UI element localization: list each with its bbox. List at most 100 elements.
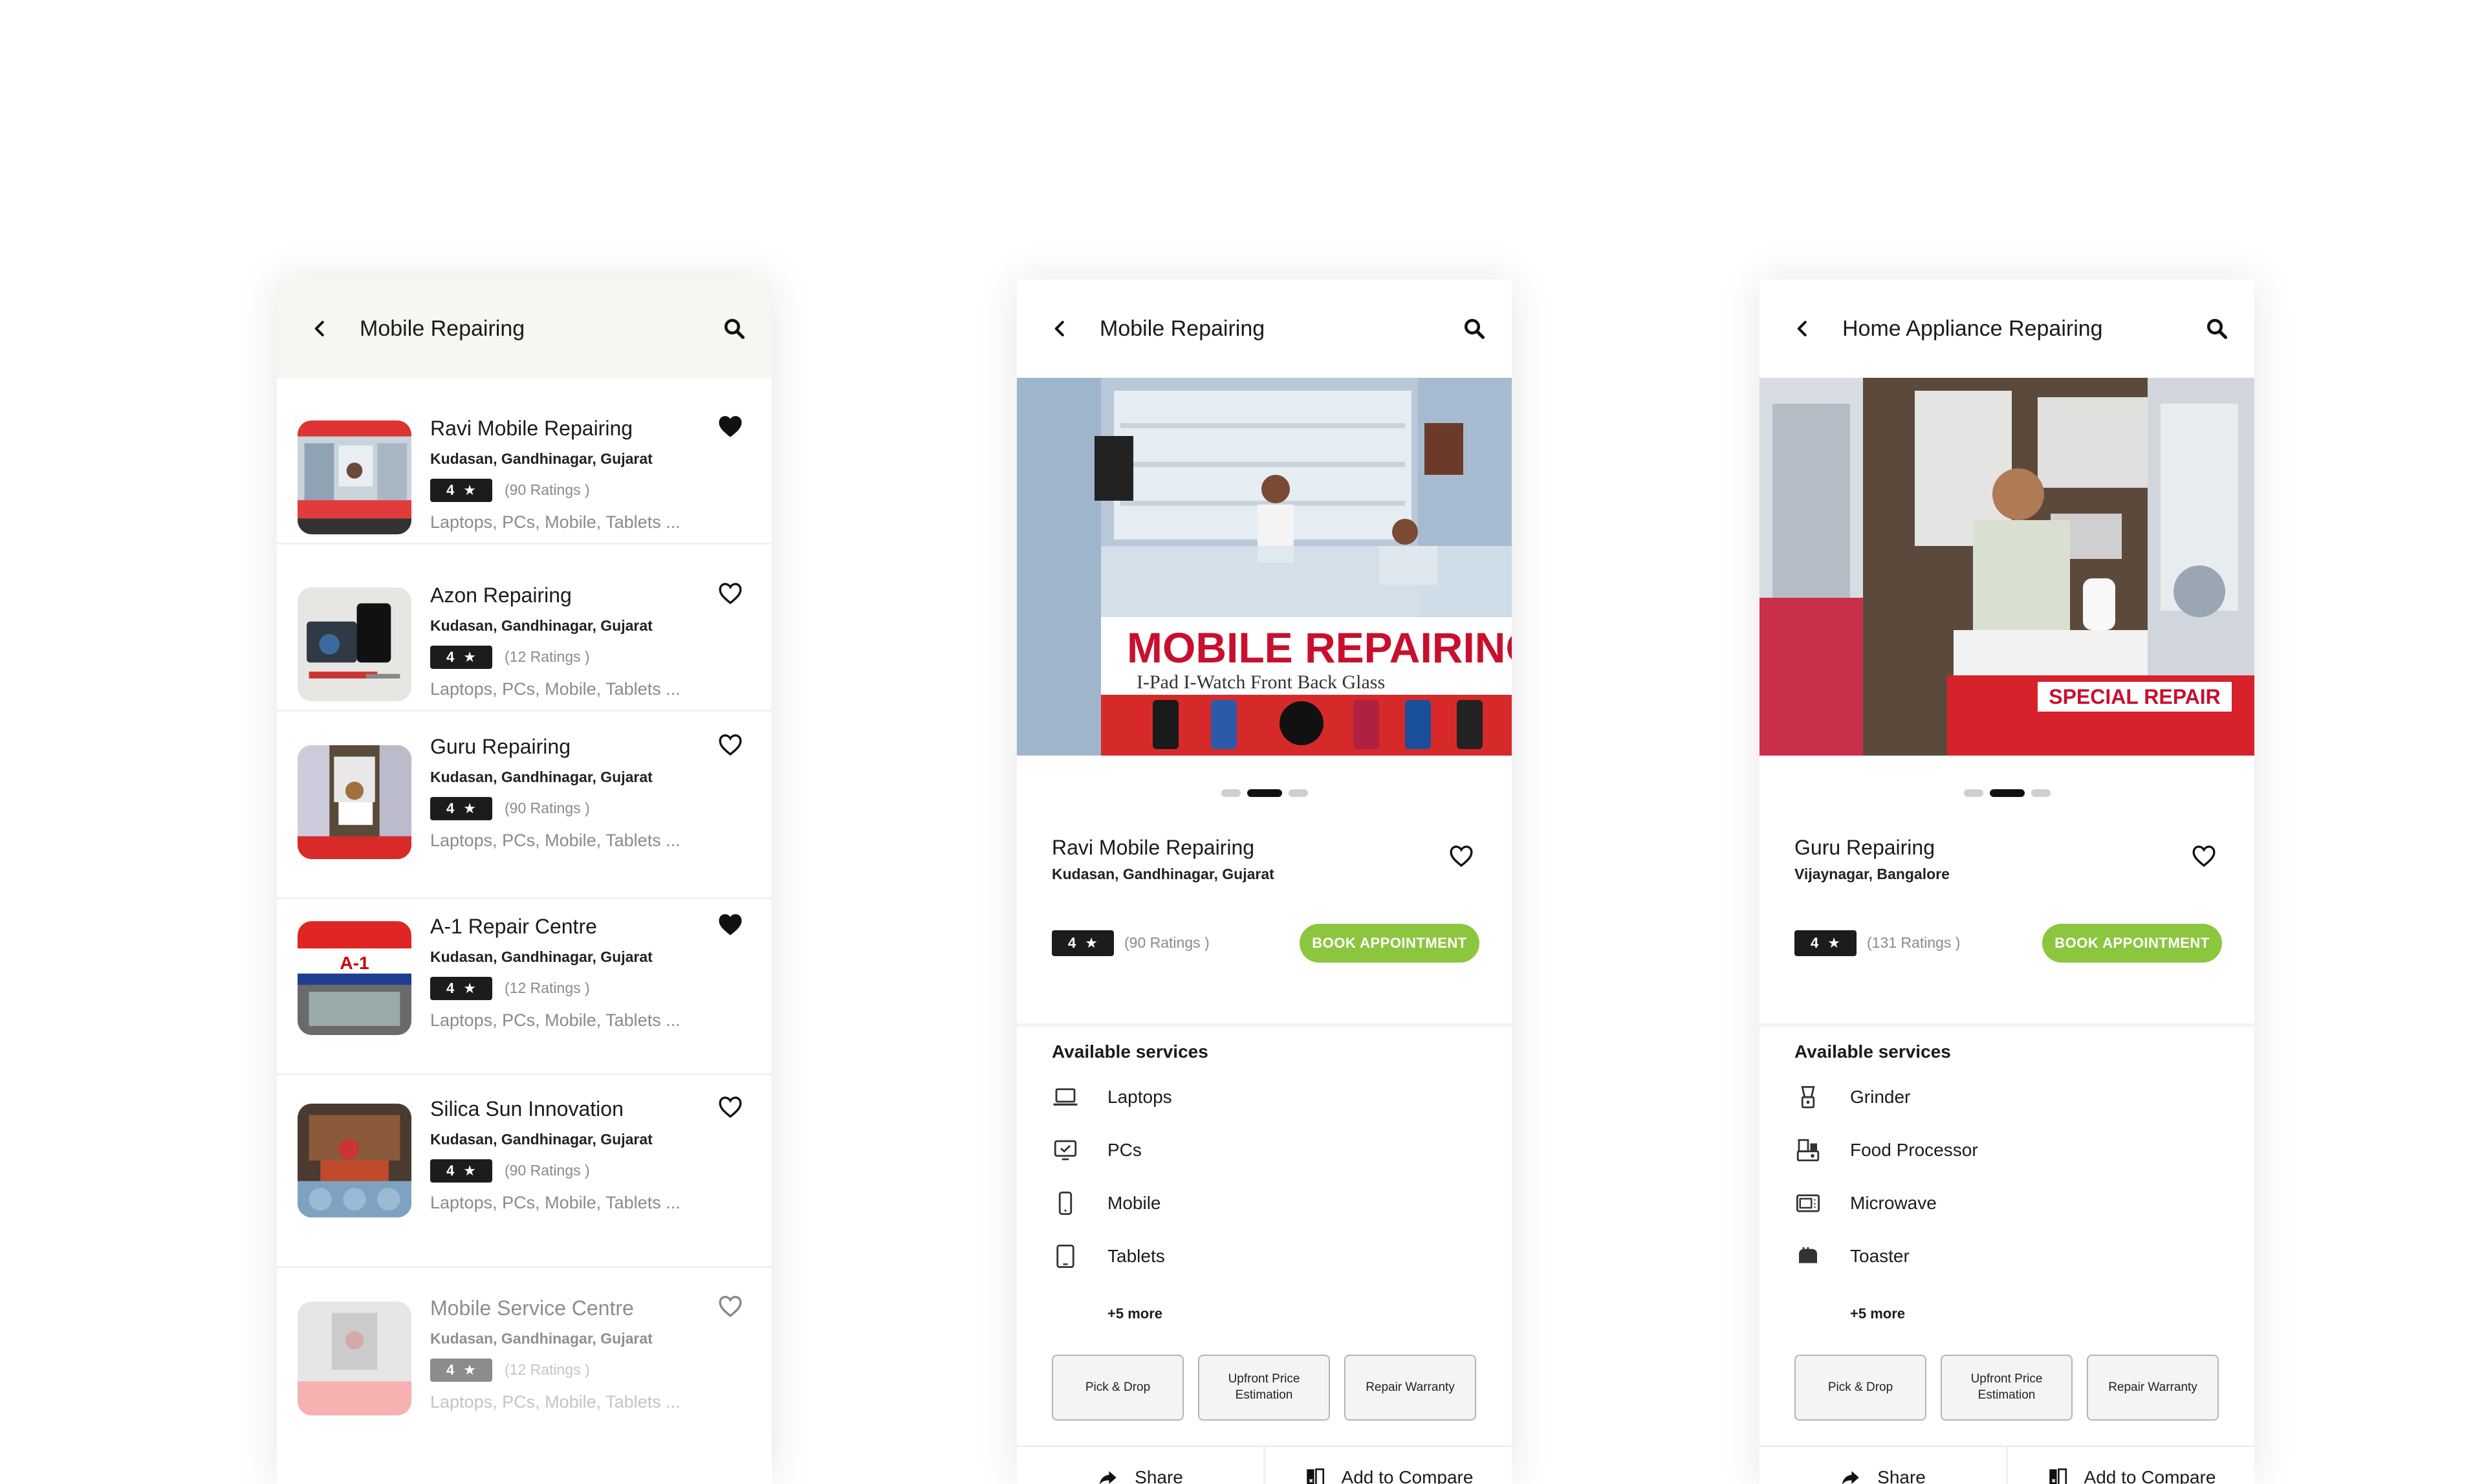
search-icon[interactable]: [1463, 317, 1486, 340]
carousel-dot-active[interactable]: [1247, 789, 1282, 797]
services-summary: Laptops, PCs, Mobile, Tablets ...: [430, 512, 681, 532]
grinder-icon: [1801, 1086, 1815, 1109]
service-item: Mobile: [1052, 1189, 1160, 1217]
compare-icon: [2049, 1468, 2067, 1484]
book-appointment-button[interactable]: BOOK APPOINTMENT: [2042, 924, 2222, 963]
feature-repair-warranty: Repair Warranty: [1344, 1355, 1476, 1421]
back-arrow-icon[interactable]: [1051, 319, 1070, 338]
service-item: Food Processor: [1794, 1136, 1978, 1164]
list-item[interactable]: Guru Repairing Kudasan, Gandhinagar, Guj…: [277, 712, 772, 899]
heart-outline-icon[interactable]: [717, 581, 743, 606]
photo-sign-text: MOBILE REPAIRING: [1127, 624, 1512, 671]
section-divider: [1760, 1023, 2254, 1027]
shop-thumbnail: [298, 1302, 411, 1415]
shop-location: Kudasan, Gandhinagar, Gujarat: [430, 948, 653, 965]
services-summary: Laptops, PCs, Mobile, Tablets ...: [430, 1392, 681, 1412]
list-item[interactable]: A-1 A-1 Repair Centre Kudasan, Gandhinag…: [277, 899, 772, 1075]
shop-name: Ravi Mobile Repairing: [1052, 836, 1255, 859]
rating-badge: 4 ★: [1052, 930, 1114, 956]
book-appointment-button[interactable]: BOOK APPOINTMENT: [1300, 924, 1479, 963]
feature-price-estimation: Upfront Price Estimation: [1941, 1355, 2073, 1421]
appliance-shop-detail-screen: Home Appliance Repairing SPECIAL REPAIR: [1760, 279, 2254, 1484]
ratings-count: (12 Ratings ): [505, 979, 590, 996]
shop-photo-carousel[interactable]: SPECIAL REPAIR: [1760, 378, 2254, 756]
list-item[interactable]: Silica Sun Innovation Kudasan, Gandhinag…: [277, 1075, 772, 1268]
shop-name: A-1 Repair Centre: [430, 915, 597, 938]
shop-name: Azon Repairing: [430, 584, 572, 607]
heart-outline-icon[interactable]: [2191, 844, 2217, 868]
service-item: Microwave: [1794, 1189, 1937, 1217]
detail-header: Home Appliance Repairing: [1760, 279, 2254, 378]
search-icon[interactable]: [2205, 317, 2228, 340]
carousel-indicator[interactable]: [1760, 789, 2254, 797]
services-summary: Laptops, PCs, Mobile, Tablets ...: [430, 831, 681, 850]
services-summary: Laptops, PCs, Mobile, Tablets ...: [430, 1193, 681, 1212]
heart-filled-icon[interactable]: [717, 414, 743, 439]
shop-location: Kudasan, Gandhinagar, Gujarat: [430, 617, 653, 634]
shop-thumbnail: A-1: [298, 921, 411, 1035]
food-processor-icon: [1796, 1139, 1820, 1162]
star-icon: ★: [463, 980, 476, 996]
heart-outline-icon[interactable]: [1448, 844, 1474, 868]
services-summary: Laptops, PCs, Mobile, Tablets ...: [430, 1010, 681, 1030]
carousel-dot[interactable]: [2031, 789, 2051, 797]
ratings-count: (90 Ratings ): [505, 1162, 590, 1179]
carousel-dot[interactable]: [1288, 789, 1308, 797]
svg-text:A-1: A-1: [340, 953, 369, 973]
shop-photo-carousel[interactable]: MOBILE REPAIRING I-Pad I-Watch Front Bac…: [1017, 378, 1512, 756]
back-arrow-icon[interactable]: [310, 319, 330, 338]
shop-thumbnail: [298, 420, 411, 534]
share-button[interactable]: Share: [1017, 1447, 1263, 1484]
page-title: Mobile Repairing: [1100, 316, 1265, 341]
shop-list-screen: Mobile Repairing Ravi Mobile Repairing K…: [277, 279, 772, 1484]
list-item[interactable]: Ravi Mobile Repairing Kudasan, Gandhinag…: [277, 378, 772, 545]
feature-pick-drop: Pick & Drop: [1052, 1355, 1184, 1421]
list-header: Mobile Repairing: [277, 279, 772, 378]
heart-outline-icon[interactable]: [717, 732, 743, 757]
ratings-count: (12 Ratings ): [505, 648, 590, 665]
shop-name: Mobile Service Centre: [430, 1296, 634, 1320]
shop-location: Kudasan, Gandhinagar, Gujarat: [1052, 866, 1274, 882]
list-item[interactable]: Azon Repairing Kudasan, Gandhinagar, Guj…: [277, 545, 772, 712]
carousel-indicator[interactable]: [1017, 789, 1512, 797]
star-icon: ★: [463, 800, 476, 816]
share-icon: [1842, 1470, 1859, 1484]
share-button[interactable]: Share: [1760, 1447, 2006, 1484]
star-icon: ★: [463, 1162, 476, 1179]
add-to-compare-button[interactable]: Add to Compare: [2006, 1447, 2254, 1484]
shop-name: Guru Repairing: [1794, 836, 1935, 859]
shop-name: Silica Sun Innovation: [430, 1097, 624, 1120]
shop-thumbnail: [298, 1104, 411, 1217]
back-arrow-icon[interactable]: [1793, 319, 1813, 338]
shop-thumbnail: [298, 587, 411, 701]
service-item: Toaster: [1794, 1242, 1910, 1271]
rating-badge: 4 ★: [430, 977, 492, 1000]
add-to-compare-button[interactable]: Add to Compare: [1263, 1447, 1512, 1484]
photo-subsign-text: I-Pad I-Watch Front Back Glass: [1137, 671, 1385, 693]
more-services-link[interactable]: +5 more: [1107, 1305, 1162, 1322]
rating-badge: 4 ★: [430, 1359, 492, 1382]
detail-footer: Share Add to Compare: [1017, 1445, 1512, 1484]
star-icon: ★: [463, 482, 476, 498]
carousel-dot[interactable]: [1221, 789, 1241, 797]
heart-outline-icon[interactable]: [717, 1095, 743, 1119]
carousel-dot-active[interactable]: [1989, 789, 2025, 797]
heart-outline-icon[interactable]: [717, 1294, 743, 1318]
pc-icon: [1054, 1140, 1077, 1161]
more-services-link[interactable]: +5 more: [1850, 1305, 1905, 1322]
photo-sign-text: SPECIAL REPAIR: [2049, 685, 2221, 708]
mobile-shop-detail-screen: Mobile Repairing MOBILE REPAIRING I-Pad …: [1017, 279, 1512, 1484]
ratings-count: (90 Ratings ): [505, 800, 590, 816]
star-icon: ★: [463, 1362, 476, 1378]
shop-name: Guru Repairing: [430, 735, 571, 758]
feature-price-estimation: Upfront Price Estimation: [1198, 1355, 1330, 1421]
search-icon[interactable]: [723, 317, 746, 340]
heart-filled-icon[interactable]: [717, 912, 743, 937]
services-summary: Laptops, PCs, Mobile, Tablets ...: [430, 679, 681, 699]
ratings-count: (12 Ratings ): [505, 1361, 590, 1378]
page-title: Mobile Repairing: [360, 316, 525, 341]
tablet-icon: [1056, 1244, 1074, 1269]
detail-header: Mobile Repairing: [1017, 279, 1512, 378]
carousel-dot[interactable]: [1963, 789, 1983, 797]
list-item[interactable]: Mobile Service Centre Kudasan, Gandhinag…: [277, 1268, 772, 1435]
